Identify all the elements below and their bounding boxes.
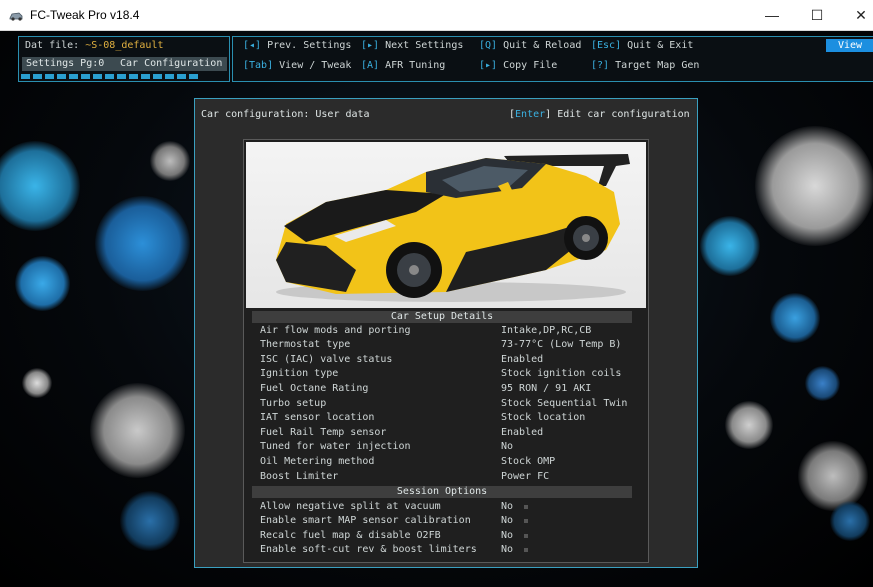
car-photo xyxy=(246,142,646,308)
setup-row-turbo[interactable]: Turbo setup Stock Sequential Twin xyxy=(260,397,630,411)
bokeh-orb xyxy=(0,141,80,231)
toggle-indicator[interactable] xyxy=(524,548,528,552)
progress-segment xyxy=(45,74,54,79)
bokeh-orb xyxy=(22,368,52,398)
bokeh-orb xyxy=(95,196,190,291)
minimize-button[interactable]: — xyxy=(756,5,788,25)
progress-segment xyxy=(117,74,126,79)
session-row-recalc-fuel[interactable]: Recalc fuel map & disable O2FB No xyxy=(260,529,630,543)
setup-row-air-flow[interactable]: Air flow mods and porting Intake,DP,RC,CB xyxy=(260,324,630,338)
setup-row-iat-sensor[interactable]: IAT sensor location Stock location xyxy=(260,411,630,425)
app-icon xyxy=(9,12,23,21)
dialog-title: Car configuration: User data xyxy=(201,109,370,120)
bokeh-orb xyxy=(798,441,868,511)
setup-row-thermostat[interactable]: Thermostat type 73-77°C (Low Temp B) xyxy=(260,338,630,352)
progress-segment xyxy=(81,74,90,79)
close-button[interactable]: ✕ xyxy=(845,5,873,25)
progress-segment xyxy=(21,74,30,79)
car-details-panel: Car Setup Details Air flow mods and port… xyxy=(243,139,649,563)
session-options-heading: Session Options xyxy=(252,486,632,498)
dat-file-panel: Dat file: ~S-08_default Settings Pg:0 Ca… xyxy=(18,36,230,82)
bokeh-orb xyxy=(830,501,870,541)
progress-segment xyxy=(93,74,102,79)
setup-row-oil-metering[interactable]: Oil Metering method Stock OMP xyxy=(260,455,630,469)
section-label: Car Configuration xyxy=(120,58,223,69)
car-setup-heading: Car Setup Details xyxy=(252,311,632,323)
progress-segment xyxy=(57,74,66,79)
toggle-indicator[interactable] xyxy=(524,534,528,538)
progress-segment xyxy=(33,74,42,79)
bokeh-orb xyxy=(805,366,840,401)
bokeh-orb xyxy=(755,126,873,246)
dat-file-label: Dat file: xyxy=(25,40,80,51)
window-title: FC-Tweak Pro v18.4 xyxy=(30,8,140,22)
maximize-button[interactable]: ☐ xyxy=(801,5,833,25)
menu-quit-exit[interactable]: [Esc] Quit & Exit xyxy=(591,40,693,51)
session-row-soft-cut[interactable]: Enable soft-cut rev & boost limiters No xyxy=(260,543,630,557)
menu-afr-tuning[interactable]: [A] AFR Tuning xyxy=(361,60,445,71)
command-menu: [◂] Prev. Settings [▸] Next Settings [Q]… xyxy=(232,36,873,82)
dat-file-line: Dat file: ~S-08_default xyxy=(25,40,164,51)
menu-view-tweak[interactable]: [Tab] View / Tweak xyxy=(243,60,351,71)
menu-copy-file[interactable]: [▸] Copy File xyxy=(479,60,557,71)
progress-segment xyxy=(69,74,78,79)
page-progress-bar xyxy=(21,74,226,79)
bokeh-orb xyxy=(120,491,180,551)
edit-config-hint[interactable]: [Enter] Edit car configuration xyxy=(509,109,690,120)
view-button[interactable]: View xyxy=(826,39,873,52)
bokeh-orb xyxy=(725,401,773,449)
setup-row-water-injection[interactable]: Tuned for water injection No xyxy=(260,440,630,454)
progress-segment xyxy=(153,74,162,79)
bokeh-orb xyxy=(15,256,70,311)
setup-row-ignition[interactable]: Ignition type Stock ignition coils xyxy=(260,367,630,381)
progress-segment xyxy=(129,74,138,79)
toggle-indicator[interactable] xyxy=(524,505,528,509)
setup-row-octane[interactable]: Fuel Octane Rating 95 RON / 91 AKI xyxy=(260,382,630,396)
car-config-dialog: Car configuration: User data [Enter] Edi… xyxy=(194,98,698,568)
bokeh-orb xyxy=(770,293,820,343)
bokeh-orb xyxy=(90,383,185,478)
menu-target-map-gen[interactable]: [?] Target Map Gen xyxy=(591,60,699,71)
menu-prev-settings[interactable]: [◂] Prev. Settings xyxy=(243,40,351,51)
progress-segment xyxy=(189,74,198,79)
menu-next-settings[interactable]: [▸] Next Settings xyxy=(361,40,463,51)
bokeh-orb xyxy=(700,216,760,276)
window-titlebar: FC-Tweak Pro v18.4 — ☐ ✕ xyxy=(0,0,873,31)
bokeh-orb xyxy=(150,141,190,181)
progress-segment xyxy=(141,74,150,79)
setup-row-isc-valve[interactable]: ISC (IAC) valve status Enabled xyxy=(260,353,630,367)
settings-page-bar: Settings Pg:0 Car Configuration xyxy=(22,57,227,71)
session-row-smart-map[interactable]: Enable smart MAP sensor calibration No xyxy=(260,514,630,528)
progress-segment xyxy=(105,74,114,79)
progress-segment xyxy=(165,74,174,79)
toggle-indicator[interactable] xyxy=(524,519,528,523)
session-row-negative-split[interactable]: Allow negative split at vacuum No xyxy=(260,500,630,514)
settings-page-label: Settings Pg:0 xyxy=(26,58,105,69)
dat-file-name: ~S-08_default xyxy=(85,40,164,51)
menu-quit-reload[interactable]: [Q] Quit & Reload xyxy=(479,40,581,51)
setup-row-fuel-rail-temp[interactable]: Fuel Rail Temp sensor Enabled xyxy=(260,426,630,440)
setup-row-boost-limiter[interactable]: Boost Limiter Power FC xyxy=(260,470,630,484)
top-toolbar: Dat file: ~S-08_default Settings Pg:0 Ca… xyxy=(18,36,873,82)
progress-segment xyxy=(177,74,186,79)
car-illustration xyxy=(276,154,630,302)
